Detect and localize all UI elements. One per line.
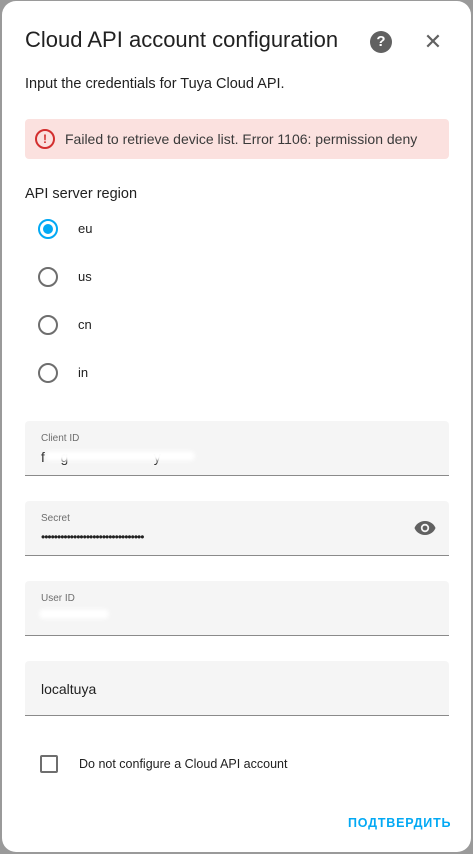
radio-button[interactable] — [38, 267, 58, 287]
user-id-field[interactable]: User ID — [25, 581, 449, 636]
field-label: Secret — [41, 513, 70, 524]
name-field[interactable]: localtuya — [25, 661, 449, 716]
close-icon[interactable]: ✕ — [422, 31, 444, 53]
field-label: Client ID — [41, 433, 80, 444]
radio-label: in — [78, 365, 89, 380]
config-dialog: Cloud API account configuration ? ✕ Inpu… — [2, 1, 471, 852]
no-cloud-checkbox[interactable] — [40, 755, 58, 773]
dialog-subtitle: Input the credentials for Tuya Cloud API… — [25, 76, 285, 92]
field-label: User ID — [41, 593, 75, 604]
dialog-title: Cloud API account configuration — [25, 27, 339, 52]
redaction-mark — [45, 451, 195, 461]
no-cloud-label: Do not configure a Cloud API account — [79, 757, 288, 771]
radio-label: cn — [78, 317, 92, 332]
radio-button[interactable] — [38, 219, 58, 239]
radio-button[interactable] — [38, 363, 58, 383]
redaction-mark — [39, 609, 109, 619]
radio-label: eu — [78, 221, 93, 236]
alert-circle-icon: ! — [35, 129, 55, 149]
radio-label: us — [78, 269, 92, 284]
submit-button[interactable]: ПОДТВЕРДИТЬ — [348, 816, 451, 830]
region-label: API server region — [25, 186, 138, 202]
secret-value[interactable]: •••••••••••••••••••••••••••••••• — [41, 530, 421, 544]
error-alert: ! Failed to retrieve device list. Error … — [25, 119, 449, 159]
client-id-field[interactable]: Client ID f g y — [25, 421, 449, 476]
error-message: Failed to retrieve device list. Error 11… — [65, 131, 418, 147]
help-icon[interactable]: ? — [370, 31, 392, 53]
name-value[interactable]: localtuya — [41, 681, 421, 697]
eye-icon[interactable] — [413, 516, 437, 540]
secret-field[interactable]: Secret •••••••••••••••••••••••••••••••• — [25, 501, 449, 556]
radio-button[interactable] — [38, 315, 58, 335]
